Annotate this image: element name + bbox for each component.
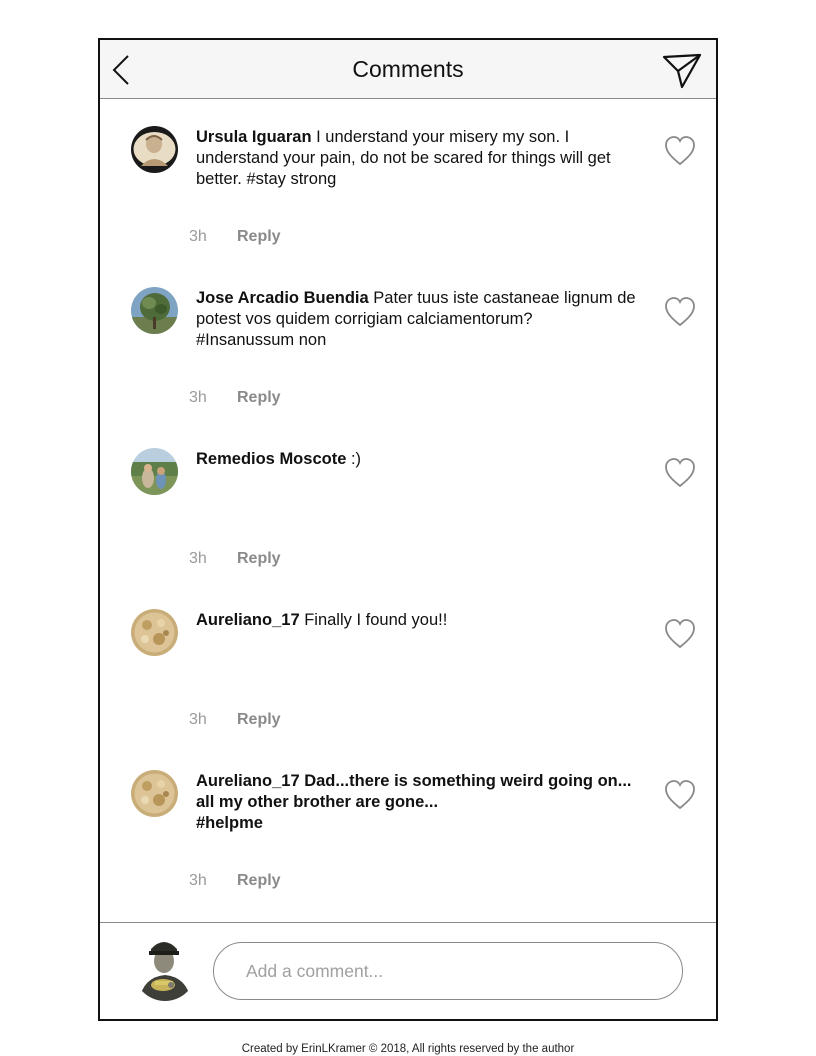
avatar[interactable] [131,448,178,495]
comment-time: 3h [189,228,207,245]
comment-item: Ursula Iguaran I understand your misery … [100,124,716,285]
comment-time: 3h [189,872,207,889]
comment-username[interactable]: Jose Arcadio Buendia [196,289,369,307]
reply-button[interactable]: Reply [237,711,281,729]
comment-input[interactable] [213,942,683,1000]
comment-time: 3h [189,711,207,728]
paper-plane-icon[interactable] [662,53,702,89]
footer-credit: Created by ErinLKramer © 2018, All right… [241,1043,575,1055]
comment-time: 3h [189,389,207,406]
phone-frame: Comments Ursula Iguaran I understand you… [98,38,718,1021]
comment-text: Aureliano_17 Dad...there is something we… [196,771,654,834]
reply-button[interactable]: Reply [237,550,281,568]
header-bar: Comments [100,40,716,99]
avatar[interactable] [131,287,178,334]
comment-item: Aureliano_17 Finally I found you!! 3h Re… [100,607,716,768]
avatar[interactable] [131,126,178,173]
comment-username[interactable]: Aureliano_17 [196,772,300,790]
comment-item: Remedios Moscote :) 3h Reply [100,446,716,607]
comment-composer [100,922,716,1020]
comment-text: Ursula Iguaran I understand your misery … [196,127,654,190]
heart-icon[interactable] [664,136,696,166]
comment-username[interactable]: Aureliano_17 [196,611,300,629]
current-user-avatar[interactable] [133,935,197,1001]
comment-hashtag[interactable]: #helpme [196,813,654,834]
heart-icon[interactable] [664,297,696,327]
comment-text: Jose Arcadio Buendia Pater tuus iste cas… [196,288,654,351]
comment-item: Jose Arcadio Buendia Pater tuus iste cas… [100,285,716,446]
page-title: Comments [352,56,464,82]
avatar[interactable] [131,609,178,656]
reply-button[interactable]: Reply [237,389,281,407]
reply-button[interactable]: Reply [237,872,281,890]
heart-icon[interactable] [664,458,696,488]
heart-icon[interactable] [664,780,696,810]
heart-icon[interactable] [664,619,696,649]
comment-username[interactable]: Ursula Iguaran [196,128,312,146]
reply-button[interactable]: Reply [237,228,281,246]
comment-text: Aureliano_17 Finally I found you!! [196,610,654,631]
avatar[interactable] [131,770,178,817]
comment-item: Aureliano_17 Dad...there is something we… [100,768,716,929]
comment-username[interactable]: Remedios Moscote [196,450,346,468]
comment-time: 3h [189,550,207,567]
comment-text: Remedios Moscote :) [196,449,654,470]
comment-body: Finally I found you!! [299,611,448,629]
comment-body: :) [346,450,362,468]
comment-hashtag[interactable]: #Insanussum non [196,330,654,351]
